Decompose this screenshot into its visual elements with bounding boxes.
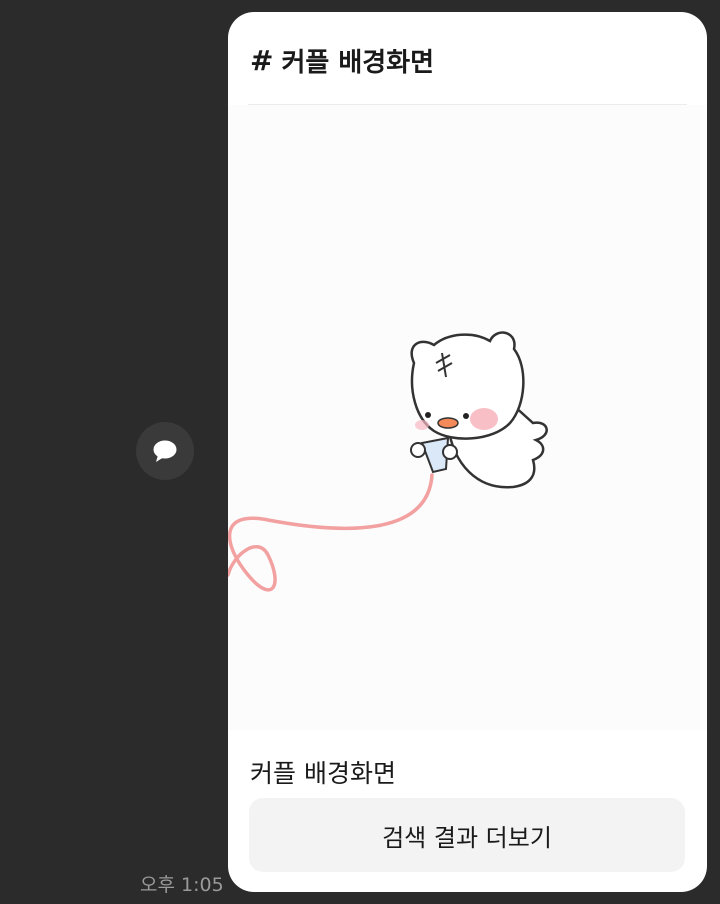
wallpaper-image[interactable] — [228, 105, 707, 730]
chat-background: 오후 1:05 # 커플 배경화면 커플 배경화면 검색 결과 더보기 — [0, 0, 720, 904]
more-results-button[interactable]: 검색 결과 더보기 — [249, 798, 685, 872]
chat-bubble-icon — [153, 440, 177, 462]
message-timestamp: 오후 1:05 — [140, 874, 224, 896]
search-result-card[interactable]: # 커플 배경화면 커플 배경화면 검색 결과 더보기 — [228, 12, 707, 892]
share-button[interactable] — [136, 422, 194, 480]
bear-illustration — [228, 331, 548, 592]
card-title: 커플 배경화면 — [281, 48, 435, 78]
card-header: # 커플 배경화면 — [250, 42, 685, 79]
card-caption: 커플 배경화면 — [250, 759, 396, 788]
hash-icon: # — [250, 44, 274, 77]
